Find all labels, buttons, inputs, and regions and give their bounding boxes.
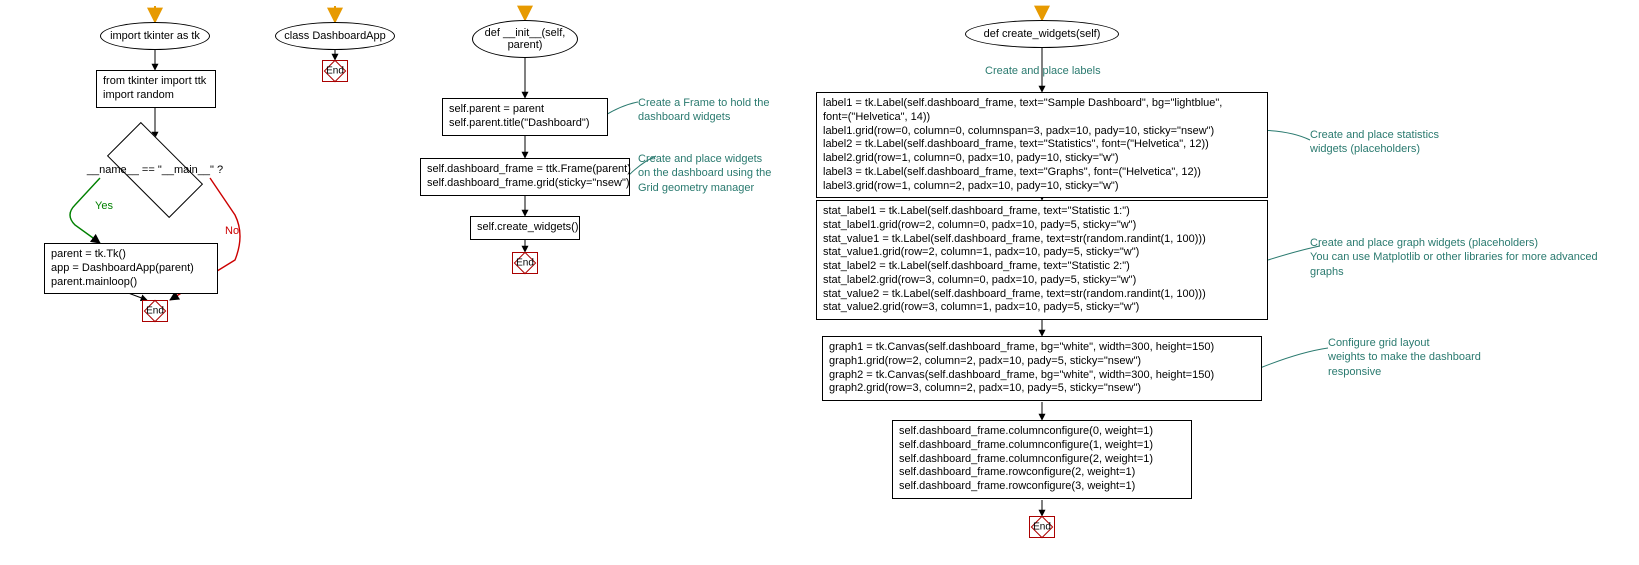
code-box-configure: self.dashboard_frame.columnconfigure(0, … [892, 420, 1192, 499]
end-terminator-col3: End [512, 252, 538, 274]
text: self.dashboard_frame.columnconfigure(0, … [899, 425, 1153, 492]
decision-text: __name__ == "__main__" ? [87, 164, 223, 176]
code-box-stats: stat_label1 = tk.Label(self.dashboard_fr… [816, 200, 1268, 320]
end-terminator-col1: End [142, 300, 168, 322]
code-box-mainloop: parent = tk.Tk() app = DashboardApp(pare… [44, 243, 218, 294]
code-box-init1: self.parent = parent self.parent.title("… [442, 98, 608, 136]
comment-grid: Create and place widgets on the dashboar… [638, 152, 771, 195]
end-label: End [1033, 522, 1051, 533]
start-oval-import: import tkinter as tk [100, 22, 210, 50]
code-box-graphs: graph1 = tk.Canvas(self.dashboard_frame,… [822, 336, 1262, 401]
text: label1 = tk.Label(self.dashboard_frame, … [823, 97, 1222, 192]
end-label: End [146, 306, 164, 317]
text: graph1 = tk.Canvas(self.dashboard_frame,… [829, 341, 1214, 394]
comment-frame: Create a Frame to hold the dashboard wid… [638, 96, 769, 125]
text: stat_label1 = tk.Label(self.dashboard_fr… [823, 205, 1206, 313]
code-box-labels: label1 = tk.Label(self.dashboard_frame, … [816, 92, 1268, 198]
flowchart-canvas: import tkinter as tk from tkinter import… [0, 0, 1639, 565]
label: def create_widgets(self) [984, 28, 1101, 40]
start-oval-init: def __init__(self, parent) [472, 20, 578, 58]
text: from tkinter import ttk import random [103, 75, 206, 101]
edge-label-yes: Yes [95, 200, 113, 212]
comment-graphs: Create and place graph widgets (placehol… [1310, 236, 1598, 279]
text: parent = tk.Tk() app = DashboardApp(pare… [51, 248, 194, 288]
label: import tkinter as tk [110, 30, 200, 42]
label: def __init__(self, parent) [485, 27, 566, 51]
code-box-init2: self.dashboard_frame = ttk.Frame(parent)… [420, 158, 630, 196]
text: self.parent = parent self.parent.title("… [449, 103, 590, 129]
start-oval-class: class DashboardApp [275, 22, 395, 50]
comment-labels: Create and place labels [985, 64, 1101, 78]
code-box-init3: self.create_widgets() [470, 216, 580, 240]
end-terminator-col4: End [1029, 516, 1055, 538]
end-label: End [326, 66, 344, 77]
code-box-imports: from tkinter import ttk import random [96, 70, 216, 108]
comment-stats: Create and place statistics widgets (pla… [1310, 128, 1439, 157]
text: self.dashboard_frame = ttk.Frame(parent)… [427, 163, 631, 189]
edge-label-no: No [225, 225, 239, 237]
end-label: End [516, 258, 534, 269]
start-oval-create-widgets: def create_widgets(self) [965, 20, 1119, 48]
text: self.create_widgets() [477, 221, 579, 233]
comment-configure: Configure grid layout weights to make th… [1328, 336, 1481, 379]
label: class DashboardApp [284, 30, 386, 42]
end-terminator-col2: End [322, 60, 348, 82]
